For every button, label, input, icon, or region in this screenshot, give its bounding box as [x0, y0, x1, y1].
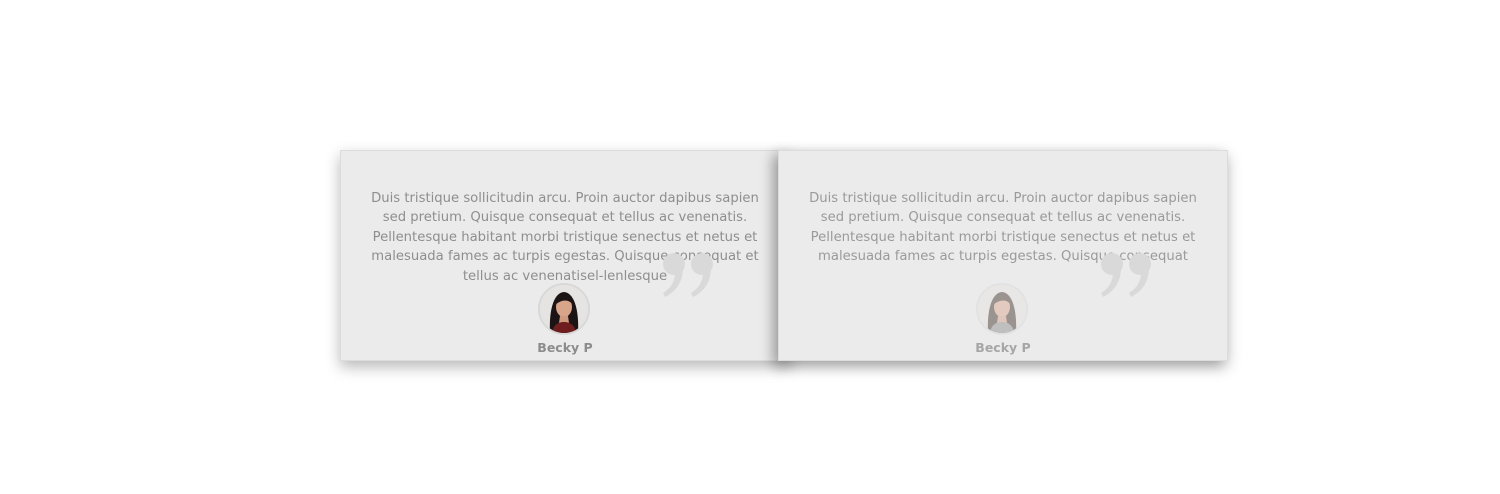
avatar	[538, 283, 590, 335]
avatar	[976, 283, 1028, 335]
closing-quote-icon	[1101, 253, 1151, 297]
testimonial-author: Becky P	[975, 340, 1031, 355]
testimonial-card[interactable]: Duis tristique sollicitudin arcu. Proin …	[340, 150, 790, 361]
testimonial-author: Becky P	[537, 340, 593, 355]
testimonial-card[interactable]: Duis tristique sollicitudin arcu. Proin …	[778, 150, 1228, 361]
testimonial-carousel: Duis tristique sollicitudin arcu. Proin …	[340, 150, 1228, 361]
closing-quote-icon	[663, 253, 713, 297]
